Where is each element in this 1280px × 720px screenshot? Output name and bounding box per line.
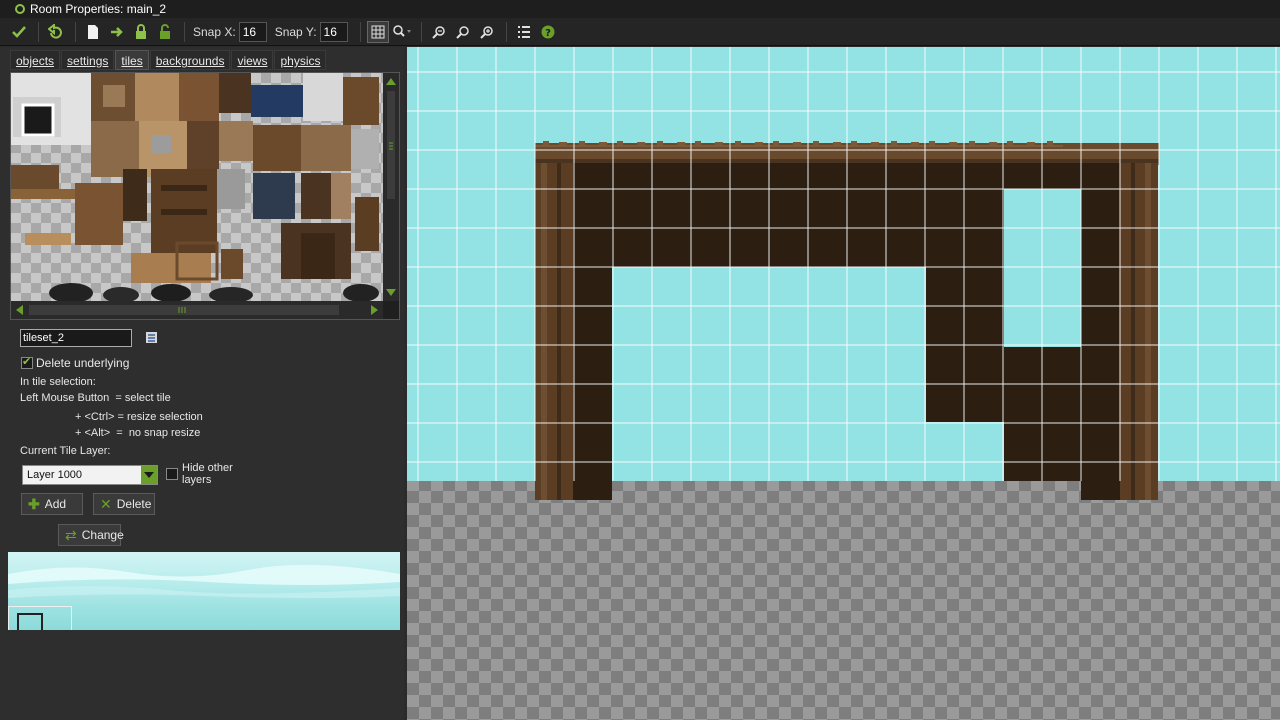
zoom-in-icon[interactable] bbox=[476, 21, 498, 43]
tileset-select-icon[interactable] bbox=[145, 331, 159, 345]
toolbar-separator bbox=[75, 21, 76, 42]
plus-icon: ✚ bbox=[28, 496, 40, 512]
snap-x-label: Snap X: bbox=[193, 24, 236, 39]
tiles-panel: objects settings tiles backgrounds views… bbox=[0, 47, 404, 720]
delete-underlying-checkbox[interactable] bbox=[21, 355, 33, 369]
current-layer-label: Current Tile Layer: bbox=[20, 445, 111, 457]
delete-underlying-row[interactable]: Delete underlying bbox=[21, 355, 130, 370]
tab-physics[interactable]: physics bbox=[274, 50, 327, 70]
room-preview[interactable] bbox=[8, 552, 400, 630]
right-inner-wall bbox=[1081, 163, 1120, 500]
toolbar-separator bbox=[420, 21, 422, 42]
chevron-down-icon[interactable] bbox=[141, 466, 157, 484]
unlock-icon[interactable] bbox=[154, 21, 176, 43]
change-arrows-icon: ⇄ bbox=[65, 527, 77, 543]
x-icon: ✕ bbox=[100, 496, 112, 512]
tab-settings[interactable]: settings bbox=[61, 50, 115, 70]
add-layer-button[interactable]: ✚ Add bbox=[21, 493, 83, 515]
toolbar: Snap X: 16 Snap Y: 16 ? bbox=[0, 18, 1280, 46]
toolbar-separator bbox=[38, 21, 39, 42]
change-layer-label: Change bbox=[81, 528, 124, 542]
gamemaker-icon bbox=[14, 3, 26, 15]
window-title: Room Properties: main_2 bbox=[30, 2, 167, 16]
hide-other-label-line-1: Hide other bbox=[182, 462, 233, 474]
undo-icon[interactable] bbox=[45, 21, 67, 43]
room-tabs: objects settings tiles backgrounds views… bbox=[10, 50, 327, 70]
delete-layer-button[interactable]: ✕ Delete bbox=[93, 493, 155, 515]
help-line-3: + <Alt> = no snap resize bbox=[75, 427, 201, 439]
grid-toggle-icon[interactable] bbox=[366, 20, 389, 43]
snap-y-label: Snap Y: bbox=[274, 24, 317, 39]
delete-layer-label: Delete bbox=[116, 497, 152, 511]
help-title: In tile selection: bbox=[20, 376, 96, 388]
tileset-image[interactable] bbox=[11, 73, 383, 303]
tileset-art bbox=[11, 73, 379, 303]
hide-other-layers-row[interactable]: Hide other layers bbox=[166, 462, 233, 486]
tileset-name-field[interactable]: tileset_2 bbox=[20, 329, 132, 347]
room-scene bbox=[407, 47, 1280, 500]
tab-tiles[interactable]: tiles bbox=[115, 50, 149, 70]
preview-clouds bbox=[8, 564, 400, 598]
tab-backgrounds[interactable]: backgrounds bbox=[149, 50, 231, 70]
shift-arrow-icon[interactable] bbox=[106, 21, 128, 43]
new-file-icon[interactable] bbox=[82, 21, 104, 43]
list-icon[interactable] bbox=[513, 21, 535, 43]
hide-other-label-line-2: layers bbox=[182, 474, 212, 486]
tile-layer-select[interactable]: Layer 1000 bbox=[22, 465, 158, 485]
ok-checkmark-icon[interactable] bbox=[8, 21, 30, 43]
tileset-vertical-scrollbar[interactable] bbox=[383, 73, 399, 301]
help-line-2: + <Ctrl> = resize selection bbox=[75, 411, 203, 423]
zoom-reset-icon[interactable] bbox=[452, 21, 474, 43]
hide-other-layers-label: Hide other layers bbox=[182, 462, 233, 486]
lock-icon[interactable] bbox=[130, 21, 152, 43]
tab-views[interactable]: views bbox=[231, 50, 274, 70]
svg-text:?: ? bbox=[545, 28, 551, 39]
help-icon[interactable]: ? bbox=[537, 21, 559, 43]
toolbar-separator bbox=[505, 21, 507, 42]
room-canvas[interactable] bbox=[407, 47, 1280, 720]
tileset-viewer[interactable] bbox=[10, 72, 400, 320]
help-line-1: Left Mouse Button = select tile bbox=[20, 392, 171, 404]
magnifier-dropdown-icon[interactable] bbox=[391, 21, 413, 43]
tab-objects[interactable]: objects bbox=[10, 50, 61, 70]
preview-thumbnail[interactable] bbox=[8, 606, 72, 630]
tile-layer-value: Layer 1000 bbox=[27, 469, 83, 481]
snap-y-input[interactable]: 16 bbox=[319, 21, 348, 42]
tileset-horizontal-scrollbar[interactable] bbox=[11, 301, 383, 319]
add-layer-label: Add bbox=[44, 497, 67, 511]
delete-underlying-label: Delete underlying bbox=[36, 356, 130, 370]
right-post bbox=[1120, 163, 1158, 500]
change-layer-button[interactable]: ⇄ Change bbox=[58, 524, 124, 546]
left-post bbox=[535, 163, 573, 500]
toolbar-separator bbox=[359, 21, 361, 42]
title-bar: Room Properties: main_2 bbox=[0, 0, 1280, 18]
zoom-out-icon[interactable] bbox=[428, 21, 450, 43]
toolbar-separator bbox=[184, 21, 185, 42]
hide-other-layers-checkbox[interactable] bbox=[166, 468, 178, 480]
snap-x-input[interactable]: 16 bbox=[238, 21, 267, 42]
